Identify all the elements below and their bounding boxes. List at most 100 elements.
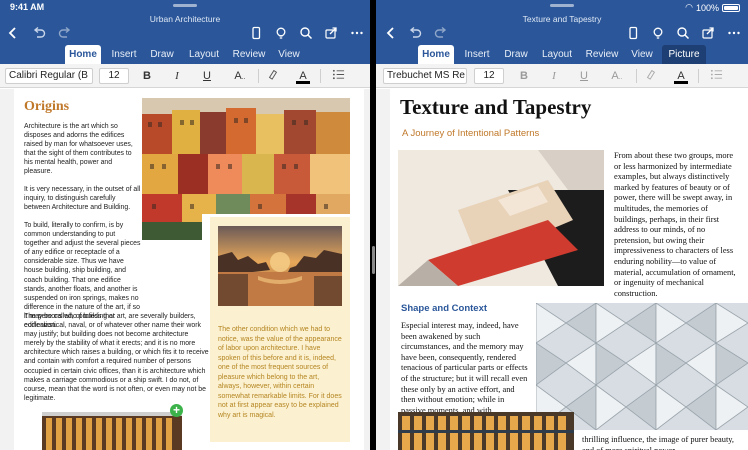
tab-insert[interactable]: Insert — [107, 45, 141, 64]
back-icon[interactable] — [382, 24, 400, 42]
tab-review[interactable]: Review — [228, 45, 270, 64]
toolbar-separator — [636, 69, 637, 83]
more-options-icon[interactable] — [725, 24, 743, 42]
doc-title[interactable]: Texture and Tapestry — [376, 14, 748, 24]
italic-button[interactable]: I — [546, 68, 562, 84]
tab-layout[interactable]: Layout — [537, 45, 577, 64]
wifi-icon: ◠ — [685, 2, 693, 12]
bullets-button[interactable] — [330, 68, 346, 84]
building-facade-image[interactable] — [42, 412, 182, 450]
ribbon-tabs: Home Insert Draw Layout Review View Pict… — [376, 45, 748, 64]
status-bar: 9:41 AM — [0, 0, 370, 14]
sidebar-text: The other condition which we had to noti… — [218, 326, 342, 419]
highlighter-button[interactable] — [265, 68, 281, 84]
text-effects-button[interactable]: A.. — [229, 68, 251, 84]
ribbon-tabs: Home Insert Draw Layout Review View — [0, 45, 370, 64]
font-name-box[interactable]: Calibri Regular (B — [5, 68, 93, 84]
search-icon[interactable] — [674, 24, 692, 42]
tab-picture[interactable]: Picture — [662, 45, 706, 64]
paragraph: From about these two groups, more or les… — [614, 151, 736, 298]
underline-button[interactable]: U — [199, 68, 215, 84]
highlighter-button[interactable] — [643, 68, 659, 84]
phone-view-icon[interactable] — [624, 24, 642, 42]
document-title: Texture and Tapestry — [400, 95, 592, 119]
multitasking-grabber[interactable] — [173, 4, 197, 7]
left-header: 9:41 AM Urban Architecture Home Insert D… — [0, 0, 370, 64]
font-color-swatch — [296, 81, 310, 84]
undo-icon[interactable] — [406, 24, 424, 42]
section-heading: Origins — [24, 99, 70, 114]
building-windows-image[interactable] — [398, 412, 574, 450]
status-bar: ◠ 100% — [376, 0, 748, 14]
underline-button[interactable]: U — [576, 68, 592, 84]
share-icon[interactable] — [322, 24, 340, 42]
phone-view-icon[interactable] — [247, 24, 265, 42]
highlighter-icon — [646, 69, 656, 80]
bullets-button[interactable] — [708, 68, 724, 84]
paragraph: Especial interest may, indeed, have been… — [401, 321, 528, 415]
paragraph: thrilling influence, the image of purer … — [582, 435, 735, 450]
tab-insert[interactable]: Insert — [460, 45, 494, 64]
paragraph: It is very necessary, in the outset of a… — [24, 186, 141, 212]
multitasking-grabber[interactable] — [550, 4, 574, 7]
tab-draw[interactable]: Draw — [500, 45, 532, 64]
tab-draw[interactable]: Draw — [146, 45, 178, 64]
redo-icon[interactable] — [56, 24, 74, 42]
bullet-list-icon — [710, 69, 722, 80]
tab-review[interactable]: Review — [581, 45, 623, 64]
right-word-window: ◠ 100% Texture and Tapestry Home Insert — [376, 0, 748, 450]
format-toolbar: Calibri Regular (B 12 B I U A.. A — [0, 64, 370, 88]
highlighter-icon — [268, 69, 278, 80]
paragraph: Architecture is the art which so dispose… — [24, 123, 133, 176]
toolbar-separator — [320, 69, 321, 83]
tab-layout[interactable]: Layout — [184, 45, 224, 64]
back-icon[interactable] — [4, 24, 22, 42]
toolbar-separator — [258, 69, 259, 83]
text-effects-button[interactable]: A.. — [606, 68, 628, 84]
font-size-box[interactable]: 12 — [474, 68, 504, 84]
bold-button[interactable]: B — [516, 68, 532, 84]
font-size-box[interactable]: 12 — [99, 68, 129, 84]
doc-title[interactable]: Urban Architecture — [0, 14, 370, 24]
paragraph: The persons who profess that art, are se… — [24, 313, 209, 402]
font-color-swatch — [674, 81, 688, 84]
document-page[interactable]: Texture and Tapestry A Journey of Intent… — [390, 89, 748, 450]
tab-home[interactable]: Home — [65, 45, 101, 64]
search-icon[interactable] — [297, 24, 315, 42]
tab-view[interactable]: View — [274, 45, 304, 64]
triangular-facade-image[interactable] — [536, 303, 748, 430]
toolbar-separator — [698, 69, 699, 83]
split-view-handle[interactable] — [372, 246, 375, 274]
lightbulb-icon[interactable] — [272, 24, 290, 42]
left-word-window: 9:41 AM Urban Architecture Home Insert D… — [0, 0, 370, 450]
format-toolbar: Trebuchet MS Re 12 B I U A.. A — [376, 64, 748, 88]
tab-view[interactable]: View — [627, 45, 657, 64]
section-heading: Shape and Context — [401, 303, 488, 314]
font-color-button[interactable]: A — [295, 68, 311, 84]
font-name-box[interactable]: Trebuchet MS Re — [383, 68, 467, 84]
abstract-architecture-image[interactable] — [398, 150, 604, 286]
right-header: ◠ 100% Texture and Tapestry Home Insert — [376, 0, 748, 64]
lightbulb-icon[interactable] — [649, 24, 667, 42]
battery-status: ◠ 100% — [685, 2, 740, 13]
venice-sunset-image[interactable] — [218, 226, 342, 306]
bold-button[interactable]: B — [139, 68, 155, 84]
document-canvas[interactable]: Origins Architecture is the art which so… — [0, 89, 370, 450]
font-color-button[interactable]: A — [673, 68, 689, 84]
redo-icon[interactable] — [432, 24, 450, 42]
share-icon[interactable] — [699, 24, 717, 42]
battery-icon — [722, 3, 740, 12]
bullet-list-icon — [332, 69, 344, 80]
more-options-icon[interactable] — [348, 24, 366, 42]
italic-button[interactable]: I — [169, 68, 185, 84]
tab-home[interactable]: Home — [418, 45, 454, 64]
add-content-button[interactable]: + — [170, 404, 183, 417]
sidebar-callout[interactable]: The other condition which we had to noti… — [210, 217, 350, 442]
document-canvas[interactable]: Texture and Tapestry A Journey of Intent… — [376, 89, 748, 450]
document-subtitle: A Journey of Intentional Patterns — [402, 128, 540, 139]
status-time: 9:41 AM — [10, 2, 45, 12]
battery-percent: 100% — [695, 2, 719, 13]
document-page[interactable]: Origins Architecture is the art which so… — [14, 89, 364, 450]
undo-icon[interactable] — [30, 24, 48, 42]
ipad-split-screen: 9:41 AM Urban Architecture Home Insert D… — [0, 0, 748, 450]
